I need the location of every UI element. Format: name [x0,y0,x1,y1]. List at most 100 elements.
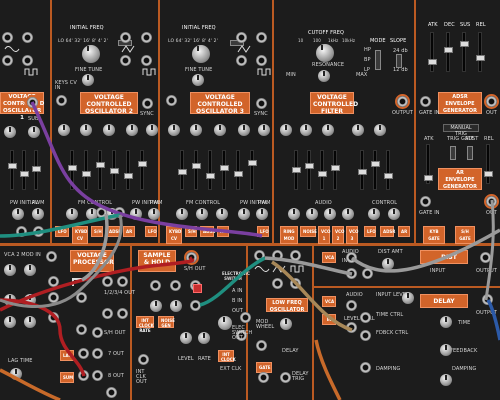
manual-trig-button[interactable]: MANUAL TRIG [443,124,479,137]
pw-knob[interactable] [12,208,24,220]
cutoff-knob[interactable] [316,44,334,62]
adsr-slider[interactable] [476,32,485,72]
lfo-wave-jack[interactable] [290,278,301,289]
vco1-sub-jack[interactable] [27,97,38,108]
vco1-mod-jack[interactable] [33,226,44,237]
fader[interactable] [460,41,469,47]
pwm-knob[interactable] [256,208,268,220]
vco2-slider[interactable] [138,150,147,190]
feedback-knob[interactable] [440,344,452,356]
trig-gate-switch[interactable] [450,146,456,160]
ar-atk-slider[interactable] [424,144,433,184]
vp-jack[interactable] [102,308,113,319]
vco3-wave-jack[interactable] [256,32,267,43]
pwm-knob[interactable] [32,208,44,220]
delay-trig-jack[interactable] [280,372,291,383]
fm-jack[interactable] [114,207,125,218]
pw-knob[interactable] [238,208,250,220]
ar-rel-slider[interactable] [484,144,493,184]
vco2-wave-jack[interactable] [141,55,152,66]
fader[interactable] [424,175,433,181]
vco1-slider[interactable] [20,150,29,190]
fader[interactable] [68,165,77,171]
fader[interactable] [428,59,437,65]
lfo-wave-jack[interactable] [272,250,283,261]
vp-jack[interactable] [117,308,128,319]
vcf-slider[interactable] [371,150,380,190]
fader[interactable] [20,171,29,177]
sh-rate-knob[interactable] [150,300,162,312]
delay-audio-jack[interactable] [346,300,357,311]
vco2-wave-jack[interactable] [120,55,131,66]
fader[interactable] [8,163,17,169]
fdbck-ctrl-jack[interactable] [360,330,371,341]
vco3-slider[interactable] [178,150,187,190]
vp-knob[interactable] [24,316,36,328]
fader[interactable] [206,173,215,179]
vp-jack[interactable] [76,324,87,335]
vco3-slider[interactable] [206,150,215,190]
vp-jack[interactable] [78,348,89,359]
vco2-slider[interactable] [82,150,91,190]
delay-output-jack[interactable] [482,294,493,305]
vp-knob[interactable] [4,316,16,328]
sh-knob[interactable] [170,300,182,312]
vp-jack[interactable] [76,292,87,303]
vco2-slider[interactable] [110,150,119,190]
elec-switch-out-jack[interactable] [240,312,251,323]
vco2-wave-jack[interactable] [141,32,152,43]
fader[interactable] [234,171,243,177]
keys-cv-in-jack[interactable] [56,95,67,106]
vcf-bottom-knob[interactable] [342,208,354,220]
vco3-sync-jack[interactable] [256,98,267,109]
vcf-bottom-knob[interactable] [324,208,336,220]
vco1-wave-jack[interactable] [2,32,13,43]
fader[interactable] [371,161,380,167]
vcf-knob[interactable] [374,124,386,136]
vcf-knob[interactable] [300,124,312,136]
pwm-knob[interactable] [148,208,160,220]
vco2-wave-jack[interactable] [120,32,131,43]
vco2-sync-jack[interactable] [142,98,153,109]
vp-jack[interactable] [117,276,128,287]
vcf-slider[interactable] [384,150,393,190]
vco1-slider[interactable] [8,150,17,190]
fader[interactable] [318,171,327,177]
vp-jack[interactable] [48,292,59,303]
lfo-rate-knob[interactable] [280,318,292,330]
sh-trigger-button[interactable] [193,284,202,293]
dist-audio-jack[interactable] [346,252,357,263]
fm-knob[interactable] [66,208,78,220]
vco3-knob[interactable] [168,124,180,136]
fader[interactable] [358,169,367,175]
vcf-bottom-knob[interactable] [288,208,300,220]
fader[interactable] [96,162,105,168]
vco3-wave-jack[interactable] [236,55,247,66]
vp-jack[interactable] [48,312,59,323]
lag-time-knob[interactable] [10,368,22,380]
vcf-knob[interactable] [280,124,292,136]
int-clk-out-jack[interactable] [138,354,149,365]
vco1-wave-jack[interactable] [22,32,33,43]
vcf-slider[interactable] [318,150,327,190]
vp-jack[interactable] [48,276,59,287]
adsr-slider[interactable] [444,32,453,72]
vco1-knob[interactable] [4,126,16,138]
fader[interactable] [124,173,133,179]
fader[interactable] [82,171,91,177]
fader[interactable] [138,161,147,167]
adsr-out-jack[interactable] [486,96,497,107]
vco2-slider[interactable] [96,150,105,190]
vco3-knob[interactable] [258,124,270,136]
dist-output-jack[interactable] [480,252,491,263]
sh-jack[interactable] [190,300,201,311]
slope-switch[interactable] [396,54,402,68]
vcf-bottom-knob[interactable] [306,208,318,220]
vco3-wave-jack[interactable] [256,55,267,66]
vcf-slider[interactable] [305,150,314,190]
vp-knob[interactable] [4,294,16,306]
fader[interactable] [476,55,485,61]
vp-jack[interactable] [106,387,117,398]
sust-switch[interactable] [467,146,473,160]
elec-switch-knob[interactable] [218,316,232,330]
